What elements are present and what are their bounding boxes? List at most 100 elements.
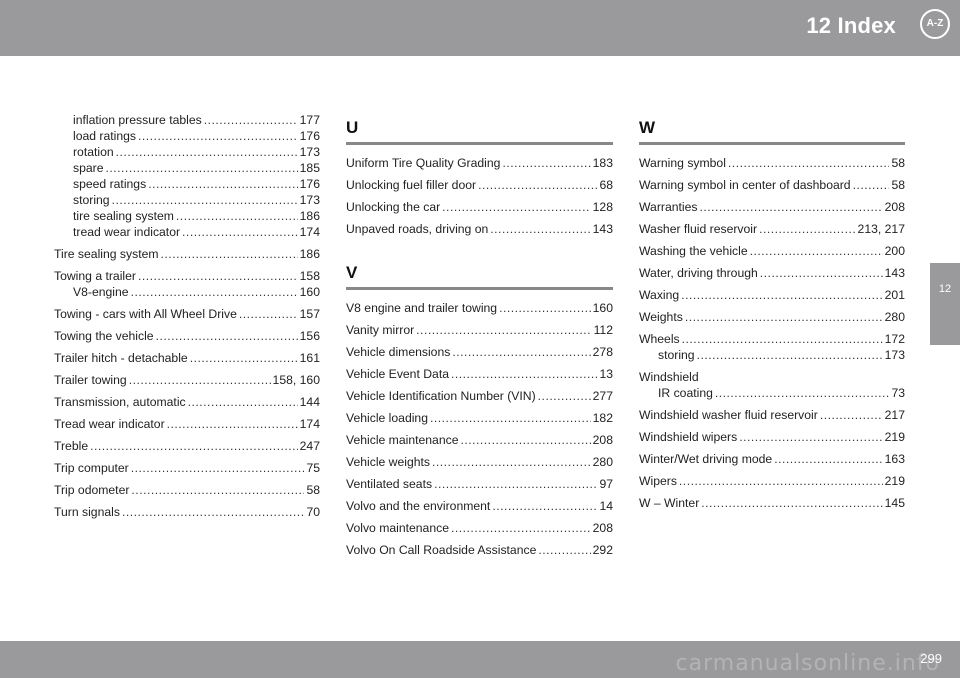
index-entry[interactable]: Windshield washer fluid reservoir 217 <box>639 407 905 423</box>
index-entry[interactable]: Waxing 201 <box>639 287 905 303</box>
index-entry-page: 157 <box>299 307 320 321</box>
index-heading-windshield: Windshield <box>639 370 699 384</box>
index-entry[interactable]: Tread wear indicator 174 <box>54 416 320 432</box>
index-entry[interactable]: Warranties 208 <box>639 199 905 215</box>
index-column-2: U Uniform Tire Quality Grading 183 Unlocki… <box>346 112 613 558</box>
index-entry[interactable]: V8-engine 160 <box>54 284 320 300</box>
index-entry[interactable]: tire sealing system 186 <box>54 208 320 224</box>
index-entry-page: 186 <box>299 209 320 223</box>
index-entry-term: Washing the vehicle <box>639 244 748 258</box>
dot-leader <box>138 268 298 284</box>
index-entry[interactable]: W – Winter 145 <box>639 495 905 511</box>
index-entry-page: 213, 217 <box>857 222 905 236</box>
dot-leader <box>442 199 590 215</box>
dot-leader <box>138 128 298 144</box>
index-entry-page: 143 <box>884 266 905 280</box>
index-entry[interactable]: Volvo maintenance 208 <box>346 520 613 536</box>
index-entry[interactable]: Unlocking the car 128 <box>346 199 613 215</box>
index-entry[interactable]: storing 173 <box>639 347 905 363</box>
index-entry[interactable]: Vehicle maintenance 208 <box>346 432 613 448</box>
index-entry[interactable]: speed ratings 176 <box>54 176 320 192</box>
index-entry[interactable]: Volvo and the environment 14 <box>346 498 613 514</box>
index-entry-page: 292 <box>592 543 613 557</box>
index-entry-page: 145 <box>884 496 905 510</box>
index-entry[interactable]: Towing - cars with All Wheel Drive 157 <box>54 306 320 322</box>
index-entry[interactable]: Trailer towing 158, 160 <box>54 372 320 388</box>
letter-heading-v: V <box>346 263 613 290</box>
index-entry-term: storing <box>73 193 110 207</box>
index-entry[interactable]: Towing a trailer 158 <box>54 268 320 284</box>
index-entry[interactable]: spare 185 <box>54 160 320 176</box>
index-entry[interactable]: Weights 280 <box>639 309 905 325</box>
index-entry-term: Wipers <box>639 474 677 488</box>
index-entry[interactable]: Trip computer 75 <box>54 460 320 476</box>
index-entry[interactable]: inflation pressure tables 177 <box>54 112 320 128</box>
index-entry-page: 97 <box>599 477 613 491</box>
index-entry[interactable]: Unpaved roads, driving on 143 <box>346 221 613 237</box>
index-entry[interactable]: storing 173 <box>54 192 320 208</box>
index-entry-term: Volvo maintenance <box>346 521 449 535</box>
index-entry-term: Unlocking fuel filler door <box>346 178 477 192</box>
index-entry[interactable]: Uniform Tire Quality Grading 183 <box>346 155 613 171</box>
index-entry[interactable]: Vehicle Event Data 13 <box>346 366 613 382</box>
dot-leader <box>182 224 298 240</box>
index-entry[interactable]: Wipers 219 <box>639 473 905 489</box>
index-entry[interactable]: IR coating 73 <box>639 385 905 401</box>
dot-leader <box>188 394 298 410</box>
index-entry[interactable]: Treble 247 <box>54 438 320 454</box>
index-entry-term: Washer fluid reservoir <box>639 222 758 236</box>
index-entry[interactable]: Warning symbol in center of dashboard 58 <box>639 177 905 193</box>
index-entry[interactable]: Vehicle weights 280 <box>346 454 613 470</box>
index-entry[interactable]: Warning symbol 58 <box>639 155 905 171</box>
index-entry[interactable]: load ratings 176 <box>54 128 320 144</box>
index-entry[interactable]: Washing the vehicle 200 <box>639 243 905 259</box>
dot-leader <box>490 221 590 237</box>
index-entry[interactable]: Trailer hitch - detachable 161 <box>54 350 320 366</box>
index-entry-term: Towing the vehicle <box>54 329 154 343</box>
index-entry-page: 128 <box>592 200 613 214</box>
index-entry-page: 247 <box>299 439 320 453</box>
index-entry[interactable]: V8 engine and trailer towing 160 <box>346 300 613 316</box>
index-entry[interactable]: tread wear indicator 174 <box>54 224 320 240</box>
index-entry[interactable]: Towing the vehicle 156 <box>54 328 320 344</box>
index-entry[interactable]: Vehicle dimensions 278 <box>346 344 613 360</box>
index-entry[interactable]: rotation 173 <box>54 144 320 160</box>
index-entry[interactable]: Water, driving through 143 <box>639 265 905 281</box>
dot-leader <box>112 192 298 208</box>
index-entry[interactable]: Trip odometer 58 <box>54 482 320 498</box>
index-entry[interactable]: Volvo On Call Roadside Assistance 292 <box>346 542 613 558</box>
chapter-side-tab[interactable]: 12 <box>930 263 960 345</box>
index-entry-term: load ratings <box>73 129 137 143</box>
index-entry[interactable]: Washer fluid reservoir 213, 217 <box>639 221 905 237</box>
index-entry[interactable]: Unlocking fuel filler door 68 <box>346 177 613 193</box>
index-entry-term: spare <box>73 161 104 175</box>
index-entry-page: 173 <box>299 145 320 159</box>
index-entry[interactable]: Winter/Wet driving mode 163 <box>639 451 905 467</box>
dot-leader <box>129 372 271 388</box>
index-entry[interactable]: Vanity mirror 112 <box>346 322 613 338</box>
index-entry[interactable]: Ventilated seats 97 <box>346 476 613 492</box>
index-entry-term: Uniform Tire Quality Grading <box>346 156 501 170</box>
dot-leader <box>432 454 591 470</box>
index-entry[interactable]: Wheels 172 <box>639 331 905 347</box>
index-entry[interactable]: Windshield wipers 219 <box>639 429 905 445</box>
index-entry[interactable]: Vehicle loading 182 <box>346 410 613 426</box>
page-footer: 299 carmanualsonline.info <box>0 641 960 678</box>
index-entry[interactable]: Transmission, automatic 144 <box>54 394 320 410</box>
index-entry-page: 158, 160 <box>272 373 320 387</box>
index-entry[interactable]: Vehicle Identification Number (VIN) 277 <box>346 388 613 404</box>
index-entry[interactable]: Turn signals 70 <box>54 504 320 520</box>
index-entry-term: Unlocking the car <box>346 200 441 214</box>
index-entry[interactable]: Tire sealing system 186 <box>54 246 320 262</box>
dot-leader <box>774 451 882 467</box>
index-entry-page: 143 <box>592 222 613 236</box>
index-entry-term: Warning symbol <box>639 156 726 170</box>
index-entry-term: Vehicle loading <box>346 411 428 425</box>
index-entry-term: Ventilated seats <box>346 477 433 491</box>
index-entry-page: 200 <box>884 244 905 258</box>
a-z-index-icon: A-Z <box>920 9 950 39</box>
index-entry-page: 174 <box>299 225 320 239</box>
index-entry-term: Weights <box>639 310 683 324</box>
index-entry-page: 182 <box>592 411 613 425</box>
chapter-title: 12 Index <box>806 13 896 38</box>
